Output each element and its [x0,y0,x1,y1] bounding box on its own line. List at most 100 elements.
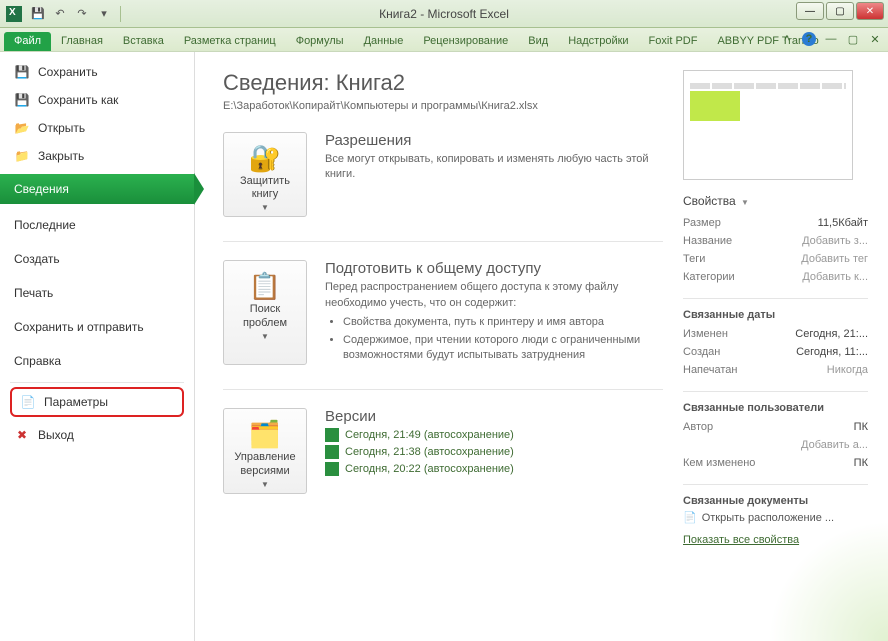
tab-file[interactable]: Файл [4,32,51,51]
manage-versions-button[interactable]: 🗂️ Управление версиями ▼ [223,408,307,493]
backstage-main: Сведения: Книга2 E:\Заработок\Копирайт\К… [195,52,888,641]
tab-view[interactable]: Вид [518,32,558,51]
protect-workbook-button[interactable]: 🔐 Защитить книгу ▼ [223,132,307,217]
tab-data[interactable]: Данные [354,32,414,51]
sidebar-open[interactable]: 📂 Открыть [0,114,194,142]
button-label: Управление версиями [228,451,302,477]
prop-author: АвторПК [683,418,868,436]
options-icon: 📄 [20,394,36,410]
sidebar-help[interactable]: Справка [0,344,194,378]
excel-file-icon [325,462,339,476]
prop-title[interactable]: НазваниеДобавить з... [683,232,868,250]
section-text: Перед распространением общего доступа к … [325,280,663,363]
prop-tags[interactable]: ТегиДобавить тег [683,250,868,268]
prepare-bullet: Содержимое, при чтении которого люди с о… [343,333,663,364]
show-all-properties-link[interactable]: Показать все свойства [683,534,799,546]
section-heading: Версии [325,408,663,425]
help-icon[interactable]: ? [802,32,816,46]
section-divider [223,241,663,242]
exit-icon: ✖ [14,427,30,443]
versions-section: 🗂️ Управление версиями ▼ Версии Сегодня,… [223,408,663,493]
mdi-restore-icon[interactable]: ▢ [846,32,860,46]
prepare-intro: Перед распространением общего доступа к … [325,281,618,308]
saveas-icon: 💾 [14,92,30,108]
tab-formulas[interactable]: Формулы [286,32,354,51]
sidebar-info[interactable]: Сведения [0,174,194,204]
maximize-button[interactable]: ▢ [826,2,854,20]
sidebar-label: Сохранить [38,65,98,79]
document-thumbnail[interactable] [683,70,853,180]
version-entry[interactable]: Сегодня, 20:22 (автосохранение) [325,462,663,476]
chevron-down-icon: ▼ [228,332,302,341]
checklist-icon: 📋 [228,269,302,303]
tab-addins[interactable]: Надстройки [558,32,638,51]
prop-size: Размер11,5Кбайт [683,214,868,232]
prop-modified: ИзмененСегодня, 21:... [683,325,868,343]
tab-foxit[interactable]: Foxit PDF [639,32,708,51]
save-icon: 💾 [14,64,30,80]
section-divider [223,389,663,390]
prop-changed-by: Кем измененоПК [683,454,868,472]
backstage-sidebar: 💾 Сохранить 💾Сохранить как 📂 Открыть 📁Закр… [0,52,195,641]
sidebar-share[interactable]: Сохранить и отправить [0,310,194,344]
version-label: Сегодня, 21:49 (автосохранение) [345,429,514,441]
open-icon: 📂 [14,120,30,136]
properties-heading[interactable]: Свойства ▼ [683,194,868,208]
tab-home[interactable]: Главная [51,32,113,51]
info-title: Сведения: Книга2 [223,70,663,96]
sidebar-save[interactable]: 💾 Сохранить [0,58,194,86]
related-docs-heading: Связанные документы [683,484,868,507]
tab-review[interactable]: Рецензирование [413,32,518,51]
sidebar-label: Создать [14,252,60,266]
window-controls: — ▢ ✕ [796,2,884,20]
chevron-down-icon: ▼ [228,203,302,212]
version-entry[interactable]: Сегодня, 21:38 (автосохранение) [325,445,663,459]
window-title: Книга2 - Microsoft Excel [379,7,509,21]
check-issues-button[interactable]: 📋 Поиск проблем ▼ [223,260,307,365]
section-heading: Подготовить к общему доступу [325,260,663,277]
prop-categories[interactable]: КатегорииДобавить к... [683,268,868,286]
permissions-section: 🔐 Защитить книгу ▼ Разрешения Все могут … [223,132,663,217]
quick-access-toolbar: 💾 ↶ ↷ ▾ [30,6,123,22]
sidebar-saveas[interactable]: 💾Сохранить как [0,86,194,114]
sidebar-label: Открыть [38,121,85,135]
prepare-bullet: Свойства документа, путь к принтеру и им… [343,315,663,330]
sidebar-options[interactable]: 📄Параметры [10,387,184,417]
sidebar-label: Выход [38,428,74,442]
qat-save-icon[interactable]: 💾 [30,6,46,22]
permissions-body: Разрешения Все могут открывать, копирова… [325,132,663,217]
qat-separator [120,6,121,22]
minimize-button[interactable]: — [796,2,824,20]
version-entry[interactable]: Сегодня, 21:49 (автосохранение) [325,428,663,442]
prop-add-author[interactable]: Добавить а... [683,436,868,454]
sidebar-label: Последние [14,218,76,232]
version-label: Сегодня, 21:38 (автосохранение) [345,446,514,458]
sidebar-print[interactable]: Печать [0,276,194,310]
sidebar-close[interactable]: 📁Закрыть [0,142,194,170]
sidebar-label: Закрыть [38,149,84,163]
sidebar-separator [10,382,184,383]
ribbon-minimize-icon[interactable]: ˄ [780,32,794,46]
tab-insert[interactable]: Вставка [113,32,174,51]
open-location-link[interactable]: 📄Открыть расположение ... [683,511,868,524]
prepare-section: 📋 Поиск проблем ▼ Подготовить к общему д… [223,260,663,365]
close-button[interactable]: ✕ [856,2,884,20]
qat-undo-icon[interactable]: ↶ [52,6,68,22]
mdi-close-icon[interactable]: ✕ [868,32,882,46]
qat-redo-icon[interactable]: ↷ [74,6,90,22]
tab-layout[interactable]: Разметка страниц [174,32,286,51]
sidebar-label: Справка [14,354,61,368]
section-text: Все могут открывать, копировать и изменя… [325,152,663,183]
sidebar-recent[interactable]: Последние [0,208,194,242]
sidebar-exit[interactable]: ✖ Выход [0,421,194,449]
file-path: E:\Заработок\Копирайт\Компьютеры и прогр… [223,100,663,112]
info-center: Сведения: Книга2 E:\Заработок\Копирайт\К… [223,70,663,641]
prepare-body: Подготовить к общему доступу Перед распр… [325,260,663,365]
mdi-minimize-icon[interactable]: — [824,32,838,46]
sidebar-label: Сохранить и отправить [14,320,144,334]
excel-file-icon [325,428,339,442]
qat-customize-icon[interactable]: ▾ [96,6,112,22]
sidebar-new[interactable]: Создать [0,242,194,276]
backstage-view: 💾 Сохранить 💾Сохранить как 📂 Открыть 📁Закр… [0,52,888,641]
lock-key-icon: 🔐 [228,141,302,175]
